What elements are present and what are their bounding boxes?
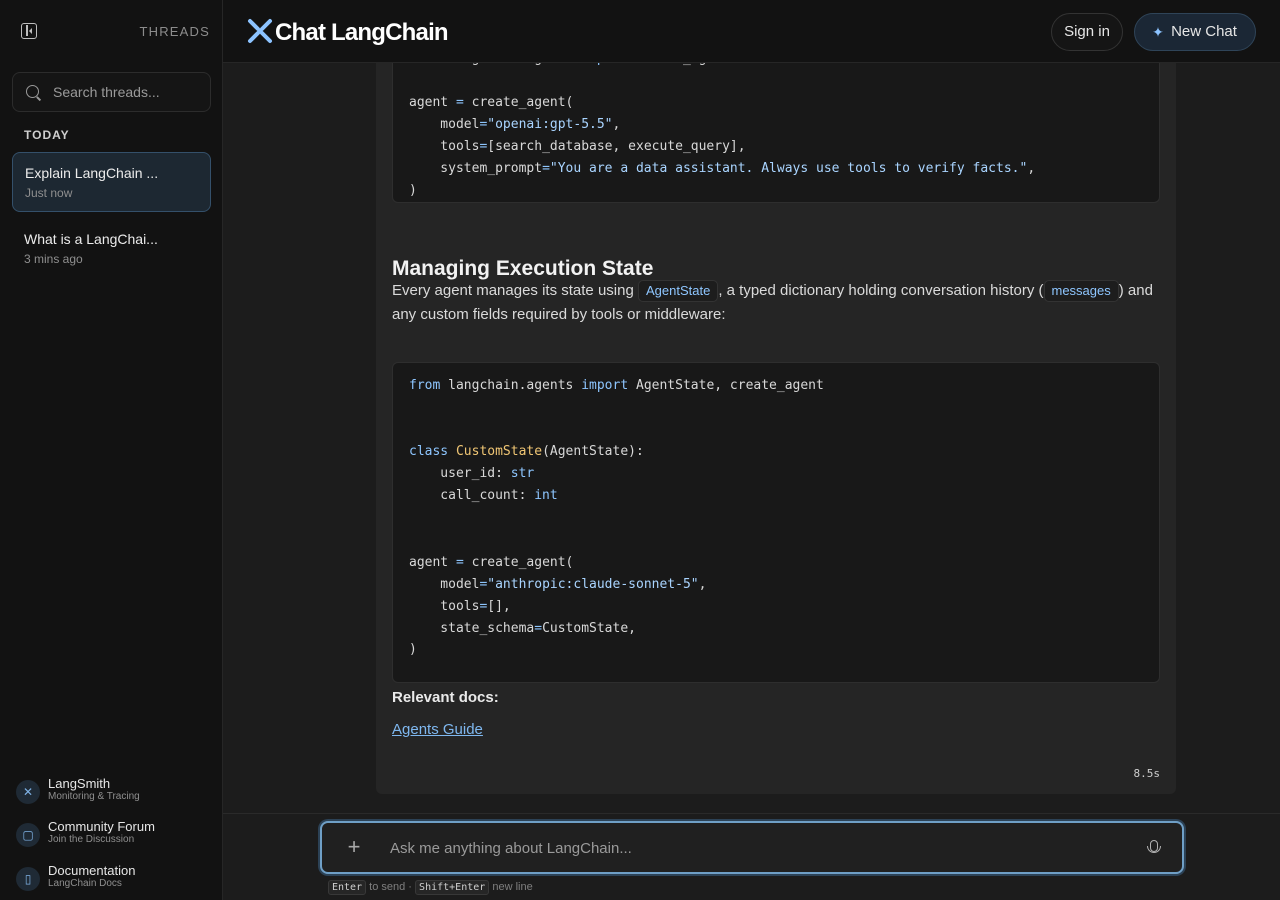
- top-header: Chat LangChain Sign in ✦ New Chat: [223, 0, 1280, 63]
- inline-code: messages: [1043, 280, 1119, 302]
- link-title: Documentation: [48, 863, 136, 878]
- code-line: state_schema=CustomState,: [409, 621, 636, 636]
- section-label-today: TODAY: [24, 128, 70, 142]
- keyboard-hint: Enter to send · Shift+Enter new line: [328, 880, 533, 895]
- response-time: 8.5s: [1133, 767, 1161, 780]
- paragraph-text: Every agent manages its state using: [392, 282, 634, 299]
- code-line: model="openai:gpt-5.5",: [409, 117, 621, 132]
- thread-time: Just now: [25, 186, 73, 200]
- sign-in-button[interactable]: Sign in: [1051, 13, 1123, 51]
- link-title: LangSmith: [48, 776, 111, 791]
- composer[interactable]: +: [320, 821, 1184, 874]
- sidebar-link-community-forum[interactable]: ▢ Community Forum Join the Discussion: [16, 819, 216, 853]
- kbd-shift-enter: Shift+Enter: [415, 880, 490, 895]
- thread-title: Explain LangChain ...: [25, 165, 159, 181]
- code-line: class CustomState(AgentState):: [409, 444, 644, 459]
- code-line: tools=[],: [409, 599, 511, 614]
- code-line: agent = create_agent(: [409, 95, 574, 110]
- code-line: ): [409, 183, 417, 198]
- relevant-docs-label: Relevant docs:: [392, 689, 499, 706]
- sidebar-link-langsmith[interactable]: ✕ LangSmith Monitoring & Tracing: [16, 776, 216, 810]
- link-subtitle: Monitoring & Tracing: [48, 791, 140, 802]
- thread-item[interactable]: What is a LangChai... 3 mins ago: [12, 219, 211, 279]
- new-chat-button[interactable]: ✦ New Chat: [1134, 13, 1256, 51]
- hint-text: new line: [492, 881, 533, 893]
- search-icon: [26, 85, 39, 98]
- sidebar-toggle-icon[interactable]: [21, 23, 37, 39]
- code-line: tools=[search_database, execute_query],: [409, 139, 746, 154]
- inline-code: AgentState: [637, 280, 719, 302]
- code-line: call_count: int: [409, 488, 558, 503]
- link-subtitle: Join the Discussion: [48, 834, 135, 845]
- code-line: agent = create_agent(: [409, 555, 574, 570]
- new-chat-label: New Chat: [1171, 23, 1237, 40]
- kbd-enter: Enter: [328, 880, 367, 895]
- hint-text: to send ·: [369, 881, 412, 893]
- langsmith-icon: ✕: [16, 780, 40, 804]
- code-line: user_id: str: [409, 466, 535, 481]
- thread-title: What is a LangChai...: [24, 231, 158, 247]
- code-block: from langchain.agents import create_agen…: [392, 63, 1160, 203]
- chat-main: from langchain.agents import create_agen…: [223, 63, 1280, 813]
- book-icon: ▯: [16, 867, 40, 891]
- assistant-message: from langchain.agents import create_agen…: [376, 63, 1176, 794]
- code-block: from langchain.agents import AgentState,…: [392, 362, 1160, 683]
- code-line: model="anthropic:claude-sonnet-5",: [409, 577, 707, 592]
- sparkle-icon: ✦: [1152, 24, 1164, 40]
- link-subtitle: LangChain Docs: [48, 878, 122, 889]
- search-input[interactable]: [53, 73, 203, 111]
- paragraph-text: , a typed dictionary holding conversatio…: [718, 282, 1044, 299]
- sidebar: THREADS TODAY Explain LangChain ... Just…: [0, 0, 223, 900]
- code-line: ): [409, 642, 417, 657]
- attach-plus-icon[interactable]: +: [344, 834, 364, 860]
- message-input[interactable]: [390, 834, 1090, 862]
- search-box[interactable]: [12, 72, 211, 112]
- composer-area: + Enter to send · Shift+Enter new line: [223, 813, 1280, 900]
- link-title: Community Forum: [48, 819, 155, 834]
- logo-text: Chat LangChain: [275, 19, 449, 46]
- sidebar-link-documentation[interactable]: ▯ Documentation LangChain Docs: [16, 863, 216, 897]
- thread-time: 3 mins ago: [24, 252, 83, 266]
- langchain-logo-icon: [248, 19, 272, 43]
- code-line: from langchain.agents import create_agen…: [409, 63, 730, 71]
- thread-item[interactable]: Explain LangChain ... Just now: [12, 152, 211, 212]
- chat-bubble-icon: ▢: [16, 823, 40, 847]
- code-line: from langchain.agents import AgentState,…: [409, 378, 824, 393]
- microphone-icon[interactable]: [1147, 840, 1161, 853]
- section-heading: Managing Execution State: [392, 257, 654, 280]
- paragraph: Every agent manages its state using Agen…: [392, 279, 1160, 327]
- threads-label: THREADS: [139, 24, 210, 39]
- code-line: system_prompt="You are a data assistant.…: [409, 161, 1036, 176]
- sidebar-header: THREADS: [0, 0, 222, 62]
- agents-guide-link[interactable]: Agents Guide: [392, 721, 483, 738]
